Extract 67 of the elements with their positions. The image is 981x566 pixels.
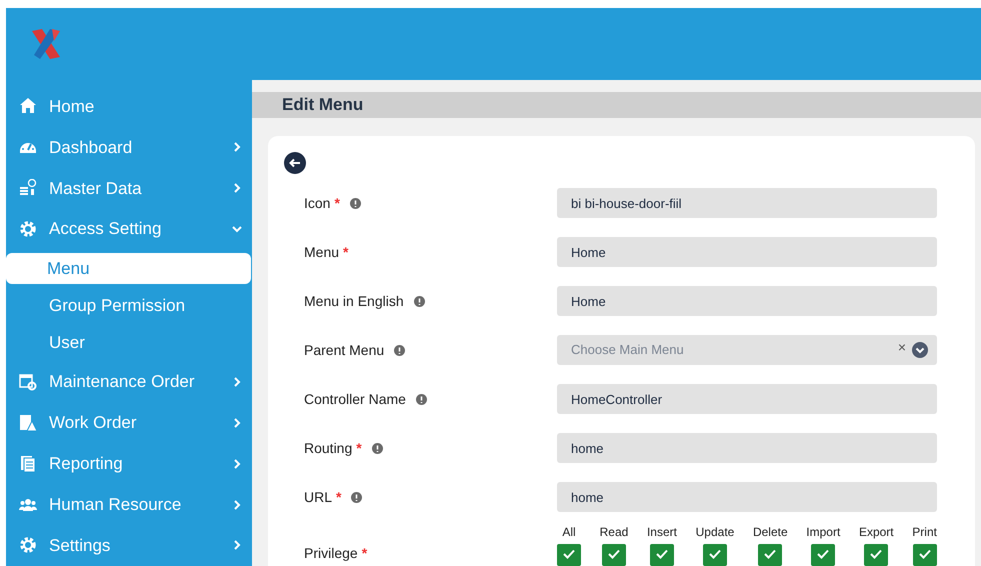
privilege-label: Delete <box>752 524 788 541</box>
warning-icon <box>18 414 38 432</box>
privilege-label: Import <box>806 524 840 541</box>
checkbox[interactable] <box>702 544 727 566</box>
text-field[interactable]: home <box>557 482 937 512</box>
clear-button[interactable]: × <box>898 336 906 358</box>
checkbox[interactable] <box>811 544 836 566</box>
check-icon <box>817 549 830 559</box>
sidebar-item[interactable]: Reporting <box>6 443 252 484</box>
privilege-label: Export <box>858 524 894 541</box>
required-mark: * <box>336 488 342 506</box>
text-field[interactable]: HomeController <box>557 384 937 414</box>
checkbox[interactable] <box>864 544 888 566</box>
field-label: Menu <box>304 242 340 262</box>
check-icon <box>764 549 776 559</box>
required-mark: * <box>362 544 368 563</box>
checkbox[interactable] <box>557 544 581 566</box>
select-field[interactable]: Choose Main Menu × <box>557 335 937 365</box>
check-icon <box>608 549 620 559</box>
sidebar-item[interactable]: Human Resource <box>6 484 252 526</box>
field-label: Privilege <box>304 544 358 563</box>
field-label: URL <box>304 488 332 506</box>
submenu-item[interactable]: User <box>6 324 252 362</box>
field-label: Controller Name <box>304 390 406 408</box>
required-mark: * <box>334 194 340 212</box>
house-icon <box>18 97 38 116</box>
sidebar-item[interactable]: Dashboard <box>6 126 252 168</box>
checkbox[interactable] <box>758 544 782 566</box>
sidebar-item[interactable]: Home <box>6 86 252 127</box>
checkbox[interactable] <box>650 544 674 566</box>
checkbox[interactable] <box>602 544 626 566</box>
field-label: Menu in English <box>304 292 404 311</box>
database-icon <box>18 179 38 198</box>
check-icon <box>708 549 721 559</box>
field-label: Icon <box>304 194 330 212</box>
check-icon <box>918 549 931 559</box>
required-mark: * <box>343 242 348 262</box>
check-icon <box>656 549 668 559</box>
sidebar-item[interactable]: Master Data <box>6 168 252 209</box>
privilege-label: All <box>562 524 576 541</box>
submenu-item[interactable]: Group Permission <box>6 287 252 324</box>
back-button[interactable] <box>284 152 306 174</box>
text-field[interactable]: home <box>557 433 937 463</box>
sidebar-item[interactable]: Work Order <box>6 402 252 444</box>
privilege-label: Insert <box>646 524 677 541</box>
dropdown-icon[interactable] <box>912 342 928 358</box>
sidebar-item[interactable]: Settings <box>6 525 252 566</box>
calendar-icon <box>18 372 38 391</box>
check-icon <box>563 549 575 559</box>
privilege-label: Update <box>696 524 734 541</box>
gear-icon <box>18 220 38 238</box>
text-field[interactable]: Home <box>557 286 937 316</box>
privilege-label: Read <box>600 524 628 541</box>
gear-icon <box>18 536 38 554</box>
page-title: Edit Menu <box>282 94 364 116</box>
sidebar-item[interactable]: Access Setting <box>6 208 252 250</box>
arrow-left-icon <box>289 158 301 168</box>
field-label: Parent Menu <box>304 340 384 360</box>
privilege-label: Print <box>912 524 937 541</box>
checkbox[interactable] <box>912 544 937 566</box>
required-mark: * <box>356 438 362 458</box>
sidebar-item[interactable]: Maintenance Order <box>6 361 252 402</box>
submenu-item[interactable]: Menu <box>6 252 251 284</box>
field-label: Routing <box>304 438 352 458</box>
text-field[interactable]: Home <box>557 237 937 267</box>
text-field[interactable]: bi bi-house-door-fiil <box>557 188 937 218</box>
check-icon <box>870 549 882 559</box>
